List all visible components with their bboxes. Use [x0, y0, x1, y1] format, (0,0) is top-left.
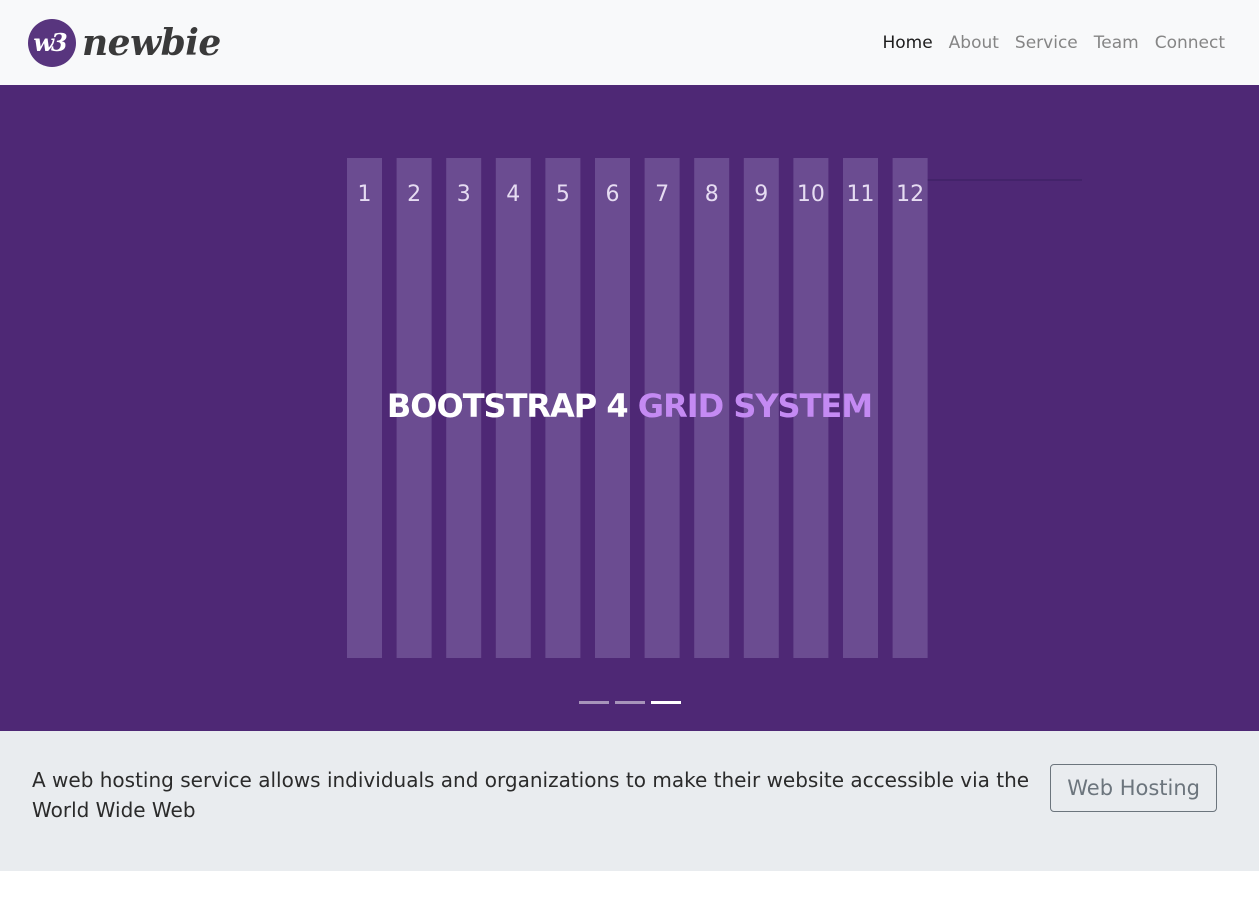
grid-column-4: [495, 158, 531, 658]
grid-column-7: [644, 158, 680, 658]
nav-link-about[interactable]: About: [949, 33, 999, 53]
grid-column-number: 11: [847, 182, 875, 207]
hero-carousel[interactable]: 1 2 3 4 5 6 7 8 9 10 11 12 BOOTSTRAP 4 GRID SYSTEM: [0, 85, 1259, 731]
nav-menu: Home About Service Team Connect: [882, 33, 1225, 53]
logo-wordmark: newbie: [82, 21, 221, 64]
grid-column-1: [347, 158, 382, 658]
carousel-indicator-3[interactable]: [650, 701, 681, 704]
grid-column-8: [694, 158, 730, 658]
carousel-indicator-1[interactable]: [578, 701, 609, 704]
grid-column-number: 10: [797, 182, 825, 207]
grid-column-10: [793, 158, 829, 658]
grid-column-number: 4: [506, 182, 520, 207]
carousel-indicators: [0, 701, 1259, 704]
grid-column-number: 5: [556, 182, 570, 207]
logo-badge-text: w3: [33, 28, 67, 57]
grid-column-number: 8: [705, 182, 719, 207]
nav-link-service[interactable]: Service: [1015, 33, 1078, 53]
grid-column-6: [595, 158, 630, 658]
grid-column-number: 2: [407, 182, 421, 207]
grid-column-3: [446, 158, 482, 658]
grid-column-number: 9: [754, 182, 768, 207]
grid-column-number: 7: [655, 182, 669, 207]
grid-column-number: 3: [457, 182, 471, 207]
carousel-indicator-2[interactable]: [614, 701, 645, 704]
grid-column-2: [396, 158, 432, 658]
grid-column-5: [545, 158, 581, 658]
web-hosting-button[interactable]: Web Hosting: [1050, 764, 1217, 812]
nav-link-connect[interactable]: Connect: [1155, 33, 1225, 53]
hosting-description: A web hosting service allows individuals…: [32, 768, 1030, 822]
brand-logo[interactable]: w3 newbie: [28, 18, 221, 67]
nav-link-team[interactable]: Team: [1094, 33, 1139, 53]
hosting-info: A web hosting service allows individuals…: [0, 731, 1259, 871]
logo-badge: w3: [28, 18, 76, 67]
grid-column-9: [743, 158, 779, 658]
nav-link-home[interactable]: Home: [882, 33, 932, 53]
grid-column-11: [843, 158, 878, 658]
grid-column-number: 12: [896, 182, 924, 207]
grid-illustration: 1 2 3 4 5 6 7 8 9 10 11 12: [347, 158, 1082, 658]
navbar: w3 newbie Home About Service Team Connec…: [0, 0, 1259, 85]
grid-column-number: 1: [358, 182, 372, 207]
grid-column-number: 6: [606, 182, 620, 207]
grid-column-12: [892, 158, 928, 658]
